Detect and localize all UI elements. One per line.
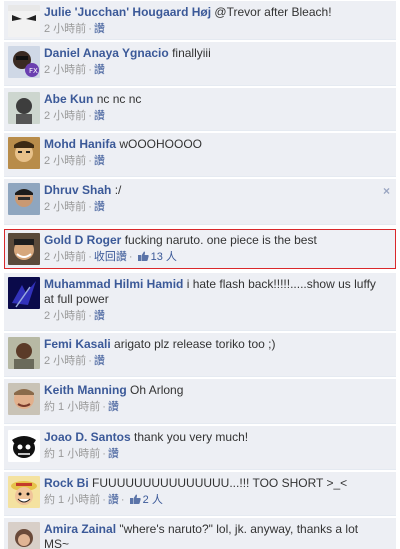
comment-text: arigato plz release toriko too ;) <box>114 337 276 351</box>
commenter-name[interactable]: Joao D. Santos <box>44 430 131 444</box>
comment-item: Femi Kasali arigato plz release toriko t… <box>4 333 396 377</box>
comment-text: wOOOHOOOO <box>119 137 203 151</box>
comment-text: @Trevor after Bleach! <box>214 5 332 19</box>
avatar[interactable] <box>8 137 40 169</box>
like-link[interactable]: 讚 <box>94 64 105 76</box>
like-link[interactable]: 讚 <box>94 355 105 367</box>
comment-item: Mohd Hanifa wOOOHOOOO 2 小時前 · 讚 <box>4 133 396 177</box>
avatar[interactable] <box>8 233 40 265</box>
like-link[interactable]: 讚 <box>94 23 105 35</box>
timestamp[interactable]: 約 1 小時前 <box>44 494 100 506</box>
timestamp[interactable]: 2 小時前 <box>44 64 86 76</box>
comment-text: finallyiii <box>172 46 211 60</box>
commenter-name[interactable]: Dhruv Shah <box>44 183 111 197</box>
comment-item: Keith Manning Oh Arlong 約 1 小時前 · 讚 <box>4 379 396 424</box>
timestamp[interactable]: 2 小時前 <box>44 310 86 322</box>
comment-text: thank you very much! <box>134 430 249 444</box>
like-link[interactable]: 讚 <box>94 201 105 213</box>
like-count: 2 人 <box>142 494 163 506</box>
timestamp[interactable]: 2 小時前 <box>44 110 86 122</box>
comment-item: Muhammad Hilmi Hamid i hate flash back!!… <box>4 273 396 331</box>
comment-item-highlighted: Gold D Roger fucking naruto. one piece i… <box>4 229 396 269</box>
commenter-name[interactable]: Mohd Hanifa <box>44 137 116 151</box>
like-link[interactable]: 讚 <box>94 110 105 122</box>
comment-item: Julie 'Jucchan' Hougaard Høj @Trevor aft… <box>4 1 396 40</box>
commenter-name[interactable]: Abe Kun <box>44 92 93 106</box>
avatar[interactable] <box>8 183 40 215</box>
svg-text:FX: FX <box>29 67 38 75</box>
avatar[interactable] <box>8 337 40 369</box>
avatar[interactable] <box>8 92 40 124</box>
commenter-name[interactable]: Femi Kasali <box>44 337 111 351</box>
like-count: 13 人 <box>150 251 177 263</box>
commenter-name[interactable]: Rock Bi <box>44 476 89 490</box>
comment-text: FUUUUUUUUUUUUUUU...!!! TOO SHORT >_< <box>92 476 348 490</box>
comment-item: Abe Kun nc nc nc 2 小時前 · 讚 <box>4 88 396 131</box>
commenter-name[interactable]: Amira Zainal <box>44 522 116 536</box>
like-count-link[interactable]: 13 人 <box>137 251 177 263</box>
commenter-name[interactable]: Julie 'Jucchan' Hougaard Høj <box>44 5 211 19</box>
comment-item: × Dhruv Shah :/ 2 小時前 · 讚 <box>4 179 396 225</box>
comment-text: nc nc nc <box>96 92 142 106</box>
like-link[interactable]: 讚 <box>108 494 119 506</box>
avatar[interactable] <box>8 476 40 508</box>
timestamp[interactable]: 約 1 小時前 <box>44 401 100 413</box>
timestamp[interactable]: 2 小時前 <box>44 355 86 367</box>
avatar[interactable] <box>8 522 40 549</box>
timestamp[interactable]: 2 小時前 <box>44 201 86 213</box>
commenter-name[interactable]: Gold D Roger <box>44 233 121 247</box>
like-link[interactable]: 讚 <box>94 155 105 167</box>
commenter-name[interactable]: Muhammad Hilmi Hamid <box>44 277 183 291</box>
unlike-link[interactable]: 收回讚 <box>94 251 127 263</box>
timestamp[interactable]: 2 小時前 <box>44 155 86 167</box>
comment-text: Oh Arlong <box>130 383 184 397</box>
close-icon[interactable]: × <box>383 185 390 197</box>
avatar[interactable]: FX <box>8 46 40 78</box>
comment-item: Joao D. Santos thank you very much! 約 1 … <box>4 426 396 470</box>
avatar[interactable] <box>8 5 40 37</box>
like-link[interactable]: 讚 <box>94 310 105 322</box>
avatar[interactable] <box>8 430 40 462</box>
timestamp[interactable]: 2 小時前 <box>44 251 86 263</box>
comment-list: Julie 'Jucchan' Hougaard Høj @Trevor aft… <box>0 1 400 549</box>
comment-text: :/ <box>114 183 122 197</box>
thumbs-up-icon <box>129 494 141 504</box>
like-link[interactable]: 讚 <box>108 401 119 413</box>
commenter-name[interactable]: Keith Manning <box>44 383 127 397</box>
comment-item: Amira Zainal "where's naruto?" lol, jk. … <box>4 518 396 549</box>
thumbs-up-icon <box>137 251 149 261</box>
avatar[interactable] <box>8 277 40 309</box>
like-count-link[interactable]: 2 人 <box>129 494 163 506</box>
avatar[interactable] <box>8 383 40 415</box>
comment-item: FX Daniel Anaya Ygnacio finallyiii 2 小時前… <box>4 42 396 86</box>
like-link[interactable]: 讚 <box>108 448 119 460</box>
commenter-name[interactable]: Daniel Anaya Ygnacio <box>44 46 169 60</box>
comment-item: Rock Bi FUUUUUUUUUUUUUUU...!!! TOO SHORT… <box>4 472 396 516</box>
comment-text: fucking naruto. one piece is the best <box>124 233 317 247</box>
timestamp[interactable]: 2 小時前 <box>44 23 86 35</box>
timestamp[interactable]: 約 1 小時前 <box>44 448 100 460</box>
